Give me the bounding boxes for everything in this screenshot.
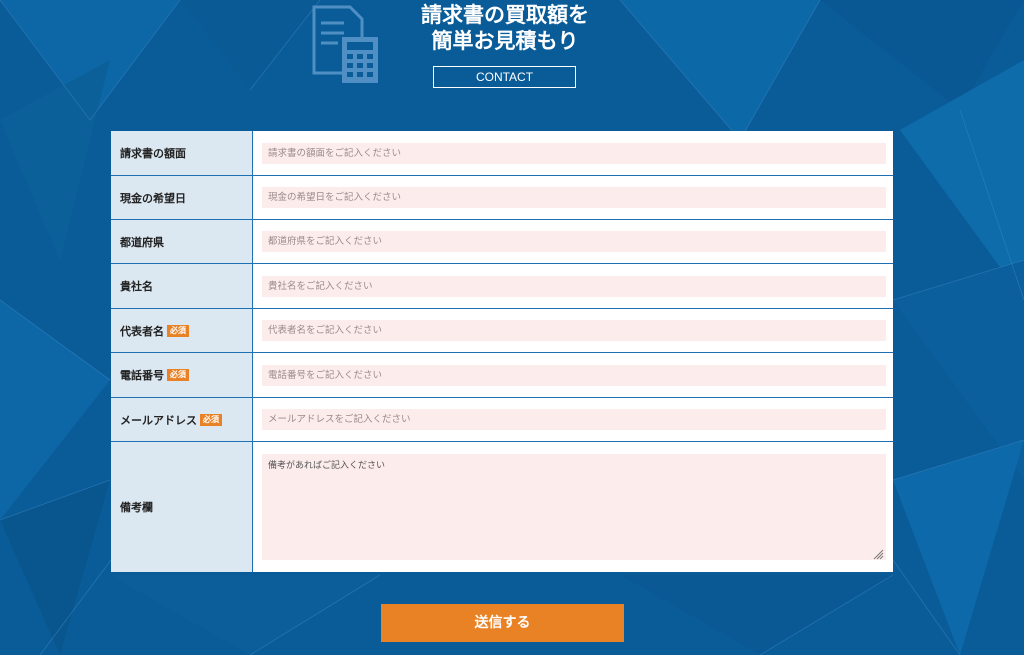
form-label-text: 備考欄 xyxy=(120,501,153,514)
form-label-representative-name: 代表者名 必須 xyxy=(111,309,253,352)
form-label-text: 請求書の額面 xyxy=(120,147,186,160)
resize-handle-icon[interactable] xyxy=(873,549,884,560)
form-row-representative-name: 代表者名 必須 xyxy=(111,308,893,352)
page-title-line-2: 簡単お見積もり xyxy=(431,29,579,53)
invoice-amount-input[interactable] xyxy=(262,142,886,164)
page-title-line-1: 請求書の買取額を xyxy=(421,3,589,27)
form-label-text: 代表者名 xyxy=(120,324,164,338)
required-badge: 必須 xyxy=(200,413,222,426)
email-input[interactable] xyxy=(262,409,886,430)
form-row-company-name: 貴社名 xyxy=(111,263,893,308)
form-label-phone-number: 電話番号 必須 xyxy=(111,353,253,397)
form-label-invoice-amount: 請求書の額面 xyxy=(111,131,253,175)
phone-number-input[interactable] xyxy=(262,364,886,386)
form-label-prefecture: 都道府県 xyxy=(111,220,253,263)
form-row-prefecture: 都道府県 xyxy=(111,219,893,263)
form-label-text: メールアドレス xyxy=(120,413,197,427)
form-row-invoice-amount: 請求書の額面 xyxy=(111,131,893,175)
remarks-textarea[interactable] xyxy=(262,454,886,560)
form-label-email: メールアドレス 必須 xyxy=(111,398,253,441)
page-title: 請求書の買取額を 簡単お見積もり xyxy=(0,2,1010,54)
form-label-company-name: 貴社名 xyxy=(111,264,253,308)
form-row-email: メールアドレス 必須 xyxy=(111,397,893,441)
company-name-input[interactable] xyxy=(262,275,886,297)
form-label-text: 都道府県 xyxy=(120,235,164,249)
form-label-text: 貴社名 xyxy=(120,280,153,293)
submit-button[interactable]: 送信する xyxy=(381,604,624,642)
desired-date-input[interactable] xyxy=(262,187,886,208)
prefecture-input[interactable] xyxy=(262,231,886,252)
representative-name-input[interactable] xyxy=(262,320,886,341)
form-label-text: 電話番号 xyxy=(120,369,164,382)
form-label-remarks: 備考欄 xyxy=(111,442,253,572)
form-row-desired-date: 現金の希望日 xyxy=(111,175,893,219)
form-row-phone-number: 電話番号 必須 xyxy=(111,352,893,397)
form-label-text: 現金の希望日 xyxy=(120,191,186,205)
required-badge: 必須 xyxy=(167,369,189,381)
estimate-form: 請求書の額面 現金の希望日 都道府県 貴社名 代表者名 必須 xyxy=(111,131,893,572)
contact-badge: CONTACT xyxy=(433,66,576,88)
form-row-remarks: 備考欄 xyxy=(111,441,893,572)
form-label-desired-date: 現金の希望日 xyxy=(111,176,253,219)
required-badge: 必須 xyxy=(167,324,189,337)
